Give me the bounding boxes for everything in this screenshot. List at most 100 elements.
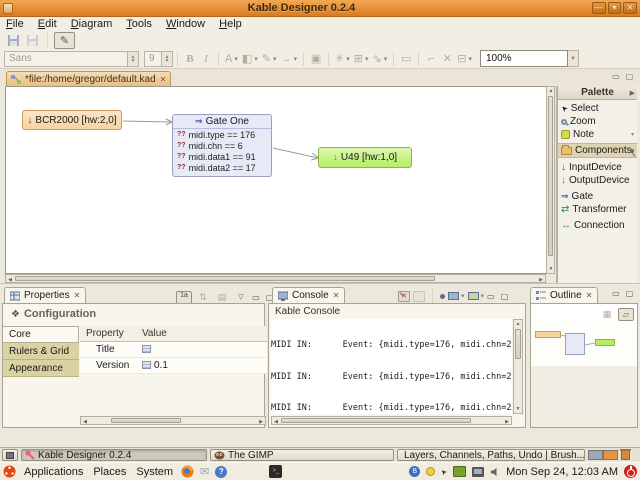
palette-tool-zoom[interactable]: Zoom — [558, 115, 637, 128]
gate-rule[interactable]: midi.type == 176 — [173, 129, 271, 140]
italic-button[interactable]: I — [198, 51, 214, 67]
palette-tool-note[interactable]: Note ▾ — [558, 128, 637, 141]
outline-tab[interactable]: Outline ✕ — [530, 287, 599, 303]
help-icon[interactable] — [215, 465, 228, 478]
bluetooth-icon[interactable] — [409, 466, 421, 477]
console-horizontal-scrollbar[interactable]: ◀ ▶ — [271, 416, 512, 425]
scroll-right-icon[interactable]: ▶ — [503, 418, 511, 426]
menu-applications[interactable]: Applications — [22, 466, 85, 478]
scroll-left-icon[interactable]: ◀ — [81, 418, 89, 426]
canvas-horizontal-scrollbar[interactable]: ◀ ▶ — [5, 274, 546, 283]
mail-icon[interactable]: ✉ — [200, 465, 209, 478]
nav-core[interactable]: Core — [3, 326, 79, 343]
menu-file[interactable]: File — [6, 18, 24, 30]
scroll-right-icon[interactable]: ▶ — [257, 418, 265, 426]
view-minimize-maximize-icons[interactable]: ▭ ▢ — [612, 289, 635, 298]
console-vertical-scrollbar[interactable]: ▲ ▼ — [513, 319, 523, 414]
window-titlebar[interactable]: Kable Designer 0.2.4 — ▾ ✕ — [0, 0, 640, 17]
save-as-icon[interactable] — [24, 32, 41, 48]
font-size-spinner[interactable]: ▲ ▼ — [162, 50, 173, 67]
save-icon[interactable] — [5, 32, 22, 48]
minimize-button[interactable]: — — [591, 2, 606, 14]
taskbar-window-gimp[interactable]: The GIMP — [210, 449, 394, 461]
ubuntu-logo-icon[interactable] — [3, 465, 16, 478]
gate-rule[interactable]: midi.data1 == 91 — [173, 151, 271, 162]
thumbnail-mode-icon[interactable]: ▱ — [618, 307, 634, 321]
font-size-combo[interactable]: 9 — [144, 50, 162, 67]
console-tab[interactable]: Console ✕ — [272, 287, 346, 303]
display-tray-icon[interactable] — [472, 466, 485, 477]
scrollbar-thumb[interactable] — [111, 418, 181, 423]
outline-content[interactable]: ▦ ▱ — [530, 303, 638, 428]
table-row-title[interactable]: Title — [80, 342, 267, 358]
close-button[interactable]: ✕ — [623, 2, 638, 14]
palette-item-gate[interactable]: ⇒ Gate — [558, 190, 637, 203]
palette-item-transformer[interactable]: ⇄ Transformer — [558, 203, 637, 216]
workspace-2[interactable] — [603, 450, 618, 460]
pin-icon[interactable] — [630, 148, 634, 153]
menu-help[interactable]: Help — [219, 18, 242, 30]
taskbar-window-gimp-layers[interactable]: Layers, Channels, Paths, Undo | Brush... — [397, 449, 585, 461]
note-drawer-icon[interactable]: ▾ — [631, 131, 634, 138]
palette-header[interactable]: Palette ▶ — [558, 86, 637, 100]
editor-tab[interactable]: *file:/home/gregor/default.kad ✕ — [6, 71, 172, 87]
order-icon[interactable]: ⇘ ▾ — [371, 51, 390, 67]
gate-rule[interactable]: midi.data2 == 17 — [173, 162, 271, 173]
line-color-icon[interactable]: ✎ ▾ — [260, 51, 279, 67]
palette-tool-select[interactable]: ➤ Select — [558, 102, 637, 115]
gate-node-header[interactable]: ⇒ Gate One — [173, 115, 271, 129]
palette-item-connection[interactable]: ↔ Connection — [558, 219, 637, 232]
show-categories-icon[interactable] — [176, 290, 192, 304]
scrollbar-thumb[interactable] — [15, 276, 435, 281]
output-device-node[interactable]: ↓ U49 [hw:1,0] — [318, 147, 412, 168]
scrollbar-thumb[interactable] — [515, 329, 521, 359]
grid-icon[interactable]: ⊟ ▾ — [455, 51, 474, 67]
view-close-icon[interactable]: ✕ — [586, 291, 593, 300]
pencil-tool-button[interactable]: ✎ — [54, 31, 75, 49]
clock[interactable]: Mon Sep 24, 12:03 AM — [506, 466, 618, 478]
input-device-node[interactable]: ↓ BCR2000 [hw:2,0] — [22, 110, 122, 130]
nav-appearance[interactable]: Appearance — [3, 360, 79, 377]
menu-system[interactable]: System — [134, 466, 175, 478]
workspace-1[interactable] — [588, 450, 603, 460]
view-close-icon[interactable]: ✕ — [74, 291, 81, 300]
volume-icon[interactable] — [490, 467, 500, 477]
menu-edit[interactable]: Edit — [38, 18, 57, 30]
view-minimize-maximize-icons[interactable]: ▭ ▢ — [487, 292, 510, 301]
editor-minimize-maximize-icons[interactable]: ▭ ▢ — [612, 72, 635, 81]
scrollbar-thumb[interactable] — [281, 418, 471, 423]
scroll-left-icon[interactable]: ◀ — [272, 418, 280, 426]
brightness-icon[interactable] — [426, 467, 436, 476]
scroll-up-icon[interactable]: ▲ — [547, 87, 555, 95]
palette-item-inputdevice[interactable]: ↓ InputDevice — [558, 161, 637, 174]
properties-horizontal-scrollbar[interactable]: ◀ ▶ — [80, 416, 266, 425]
scroll-lock-icon[interactable] — [413, 290, 425, 302]
firefox-icon[interactable] — [181, 465, 194, 478]
scroll-down-icon[interactable]: ▼ — [514, 405, 522, 413]
trash-icon[interactable] — [620, 449, 631, 460]
palette-group-components[interactable]: Components — [558, 143, 637, 158]
font-family-combo[interactable]: Sans — [4, 50, 128, 67]
menu-tools[interactable]: Tools — [126, 18, 152, 30]
outline-thumbnail[interactable] — [531, 322, 637, 427]
gate-rule[interactable]: midi.chn == 6 — [173, 140, 271, 151]
properties-tab[interactable]: Properties ✕ — [4, 287, 87, 303]
palette-item-outputdevice[interactable]: ↓ OutputDevice — [558, 174, 637, 187]
tab-close-icon[interactable]: ✕ — [160, 75, 167, 84]
menu-places[interactable]: Places — [91, 466, 128, 478]
table-row-version[interactable]: Version 0.1 — [80, 358, 267, 374]
taskbar-window-kable[interactable]: Kable Designer 0.2.4 — [21, 449, 207, 461]
scroll-down-icon[interactable]: ▼ — [547, 265, 555, 273]
zoom-level-combo[interactable]: 100% — [479, 50, 568, 67]
snap-icon[interactable]: ▭ — [398, 51, 414, 67]
network-chip-icon[interactable] — [453, 466, 467, 477]
maximize-button[interactable]: ▾ — [607, 2, 622, 14]
input-tray-icon[interactable]: ➤ — [439, 467, 449, 477]
console-output[interactable]: MIDI IN: Event: {midi.type=176, midi.chn… — [271, 319, 512, 414]
line-style-icon[interactable]: → ▾ — [279, 51, 300, 67]
font-color-icon[interactable]: A ▾ — [223, 51, 240, 67]
open-console-icon[interactable]: ▾ — [467, 292, 484, 300]
delete-icon[interactable]: ✕ — [439, 51, 455, 67]
rotate-icon[interactable]: ⌐ — [423, 51, 439, 67]
nav-rulers-grid[interactable]: Rulers & Grid — [3, 343, 79, 360]
